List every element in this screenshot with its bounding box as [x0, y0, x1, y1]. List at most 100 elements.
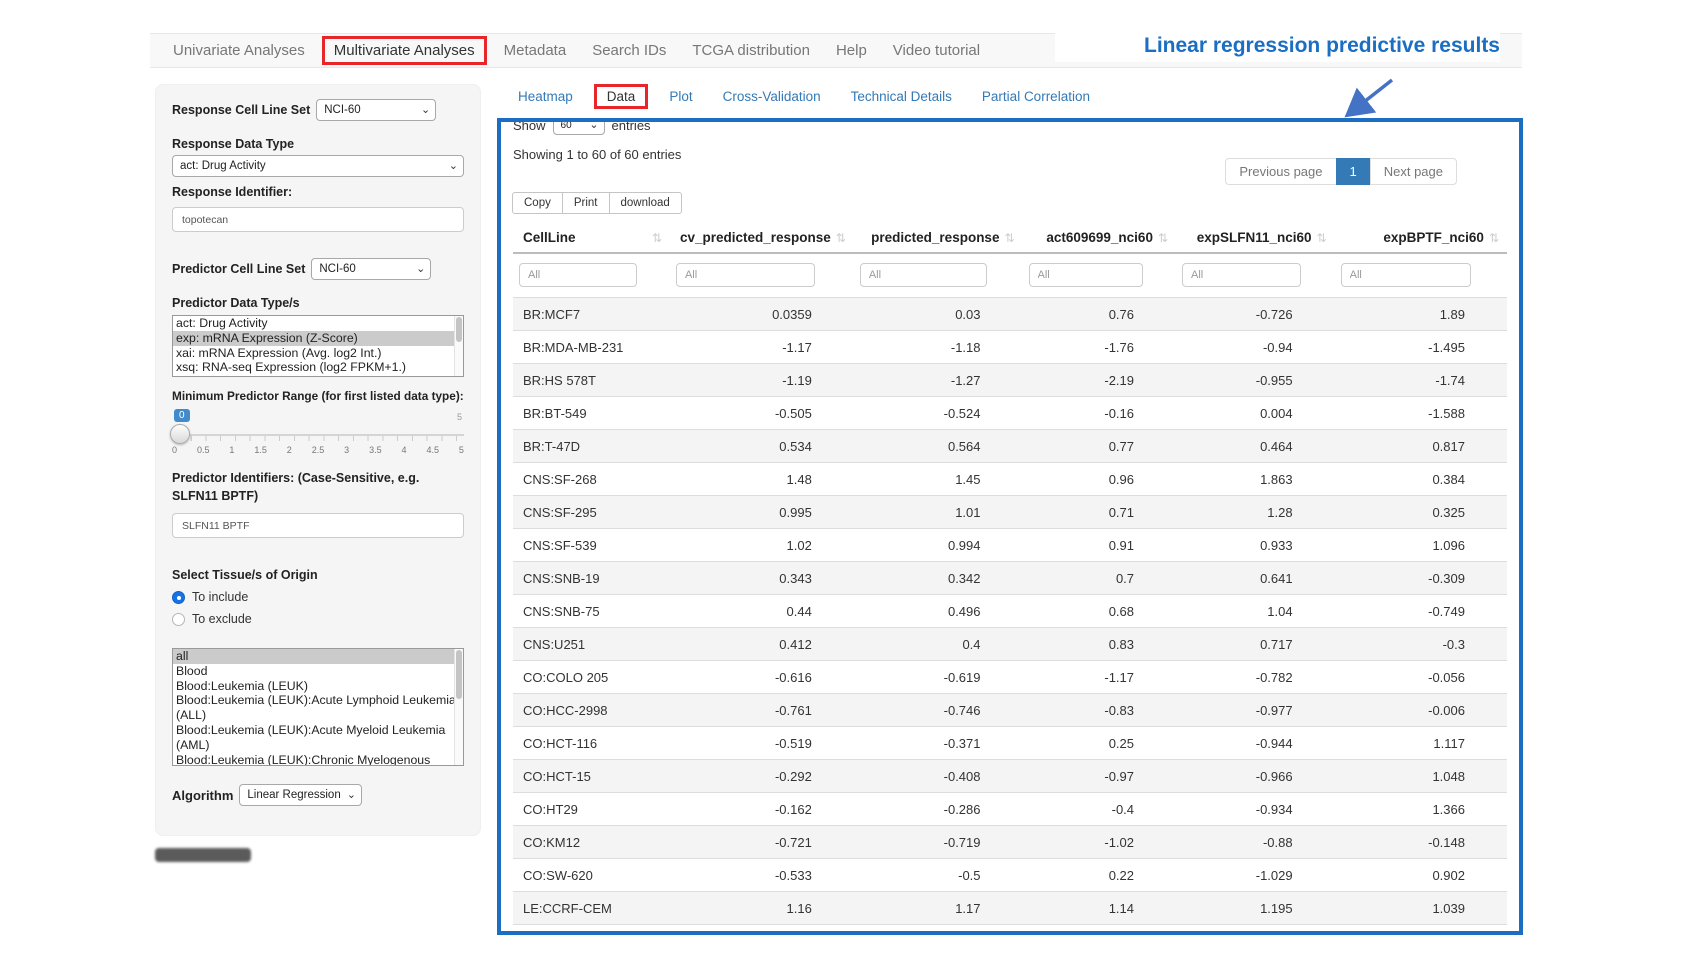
predictor-data-types-listbox[interactable]: act: Drug Activityexp: mRNA Expression (… [172, 315, 464, 377]
algorithm-select[interactable]: Linear Regression ⌄ [239, 784, 362, 806]
tab-cross-validation[interactable]: Cross-Validation [708, 85, 836, 108]
column-header-cellline[interactable]: CellLine⇅ [513, 222, 670, 253]
value-cell: 0.77 [1023, 430, 1177, 463]
response-data-type-select[interactable]: act: Drug Activity ⌄ [172, 155, 464, 177]
column-header-predicted_response[interactable]: predicted_response⇅ [854, 222, 1023, 253]
list-option[interactable]: Blood:Leukemia (LEUK):Acute Myeloid Leuk… [173, 723, 463, 753]
value-cell: -0.5 [854, 859, 1023, 892]
predictor-identifiers-input[interactable] [172, 513, 464, 538]
tab-heatmap[interactable]: Heatmap [503, 85, 588, 108]
tissue-radio-exclude[interactable]: To exclude [172, 612, 464, 626]
algorithm-label: Algorithm [172, 788, 233, 803]
list-option[interactable]: exp: mRNA Expression (Z-Score) [173, 331, 463, 346]
min-predictor-range-slider: 0 5 00.511.522.533.544.55 [172, 409, 464, 457]
list-option[interactable]: Blood [173, 664, 463, 679]
nav-item-metadata[interactable]: Metadata [491, 38, 580, 63]
nav-item-univariate-analyses[interactable]: Univariate Analyses [160, 38, 318, 63]
cell-line-cell: BR:MDA-MB-231 [513, 331, 670, 364]
value-cell: -1.18 [854, 331, 1023, 364]
list-option[interactable]: xsq: RNA-seq Expression (log2 FPKM+1.) [173, 360, 463, 375]
list-option[interactable]: act: Drug Activity [173, 316, 463, 331]
predictor-data-types-label: Predictor Data Type/s [172, 296, 464, 310]
print-button[interactable]: Print [562, 192, 610, 214]
value-cell: -0.16 [1023, 397, 1177, 430]
nav-item-search-ids[interactable]: Search IDs [579, 38, 679, 63]
nav-item-video-tutorial[interactable]: Video tutorial [880, 38, 993, 63]
radio-icon[interactable] [172, 591, 185, 604]
tissue-radio-include[interactable]: To include [172, 590, 464, 604]
cell-line-cell: CNS:SF-539 [513, 529, 670, 562]
value-cell: -0.148 [1335, 826, 1507, 859]
predictor-cell-line-set-select[interactable]: NCI-60 ⌄ [311, 258, 431, 280]
response-cell-line-set-select[interactable]: NCI-60 ⌄ [316, 99, 436, 121]
list-option[interactable]: all [173, 649, 463, 664]
column-header-expbptf_nci60[interactable]: expBPTF_nci60⇅ [1335, 222, 1507, 253]
value-cell: 0.91 [1023, 529, 1177, 562]
chevron-down-icon: ⌄ [347, 790, 356, 800]
value-cell: 1.14 [1023, 892, 1177, 925]
value-cell: 0.68 [1023, 925, 1177, 936]
nav-item-help[interactable]: Help [823, 38, 880, 63]
column-filter-input[interactable] [1341, 263, 1471, 287]
predictor-cell-line-set-row: Predictor Cell Line Set NCI-60 ⌄ [172, 258, 464, 280]
sort-icon: ⇅ [1158, 231, 1168, 245]
value-cell: 0.534 [670, 430, 854, 463]
next-page-button[interactable]: Next page [1370, 158, 1457, 185]
cell-line-cell: BR:HS 578T [513, 364, 670, 397]
response-data-type-label: Response Data Type [172, 137, 464, 151]
algorithm-row: Algorithm Linear Regression ⌄ [172, 784, 464, 806]
value-cell: 0.004 [1176, 397, 1335, 430]
download-button[interactable]: download [609, 192, 682, 214]
nav-item-multivariate-analyses[interactable]: Multivariate Analyses [322, 36, 487, 65]
filter-cell [513, 253, 670, 298]
value-cell: -0.524 [854, 397, 1023, 430]
list-option[interactable]: xai: mRNA Expression (Avg. log2 Int.) [173, 346, 463, 361]
tab-plot[interactable]: Plot [654, 85, 707, 108]
table-row: BR:T-47D0.5340.5640.770.4640.817 [513, 430, 1507, 463]
response-cell-line-set-label: Response Cell Line Set [172, 103, 310, 117]
value-cell: -0.761 [670, 694, 854, 727]
tab-partial-correlation[interactable]: Partial Correlation [967, 85, 1105, 108]
value-cell: 0.564 [854, 430, 1023, 463]
value-cell: 0.641 [1176, 562, 1335, 595]
slider-tick-label: 4 [402, 445, 407, 455]
column-header-expslfn11_nci60[interactable]: expSLFN11_nci60⇅ [1176, 222, 1335, 253]
column-filter-input[interactable] [860, 263, 987, 287]
scrollbar[interactable] [454, 316, 463, 376]
tissue-listbox[interactable]: allBloodBlood:Leukemia (LEUK)Blood:Leuke… [172, 648, 464, 766]
radio-icon[interactable] [172, 613, 185, 626]
slider-tick-label: 1.5 [254, 445, 267, 455]
table-row: BR:HS 578T-1.19-1.27-2.19-0.955-1.74 [513, 364, 1507, 397]
value-cell: -0.408 [854, 760, 1023, 793]
value-cell: -0.966 [1176, 760, 1335, 793]
nav-item-tcga-distribution[interactable]: TCGA distribution [679, 38, 823, 63]
entries-per-page-select[interactable]: 60 ⌄ [553, 118, 605, 135]
value-cell: 1.195 [1176, 892, 1335, 925]
value-cell: 0.384 [1335, 463, 1507, 496]
column-filter-input[interactable] [676, 263, 815, 287]
value-cell: -1.02 [1023, 826, 1177, 859]
column-filter-input[interactable] [1182, 263, 1301, 287]
value-cell: 1.039 [1335, 892, 1507, 925]
tab-data[interactable]: Data [594, 84, 649, 109]
column-header-label: cv_predicted_response [680, 230, 831, 245]
table-row: CO:HT29-0.162-0.286-0.4-0.9341.366 [513, 793, 1507, 826]
scrollbar[interactable] [454, 649, 463, 765]
value-cell: 0.44 [670, 595, 854, 628]
previous-page-button[interactable]: Previous page [1225, 158, 1336, 185]
slider-handle[interactable] [170, 424, 190, 444]
column-header-act609699_nci60[interactable]: act609699_nci60⇅ [1023, 222, 1177, 253]
list-option[interactable]: Blood:Leukemia (LEUK) [173, 679, 463, 694]
copy-button[interactable]: Copy [512, 192, 563, 214]
list-option[interactable]: Blood:Leukemia (LEUK):Chronic Myelogenou… [173, 753, 463, 766]
column-filter-input[interactable] [519, 263, 637, 287]
cell-line-cell: LE:CCRF-CEM [513, 892, 670, 925]
column-filter-input[interactable] [1029, 263, 1144, 287]
page-number-button[interactable]: 1 [1336, 158, 1371, 185]
response-identifier-input[interactable] [172, 207, 464, 232]
sort-icon: ⇅ [652, 231, 662, 245]
list-option[interactable]: Blood:Leukemia (LEUK):Acute Lymphoid Leu… [173, 693, 463, 723]
table-row: CO:COLO 205-0.616-0.619-1.17-0.782-0.056 [513, 661, 1507, 694]
tab-technical-details[interactable]: Technical Details [836, 85, 967, 108]
column-header-cv_predicted_response[interactable]: cv_predicted_response⇅ [670, 222, 854, 253]
